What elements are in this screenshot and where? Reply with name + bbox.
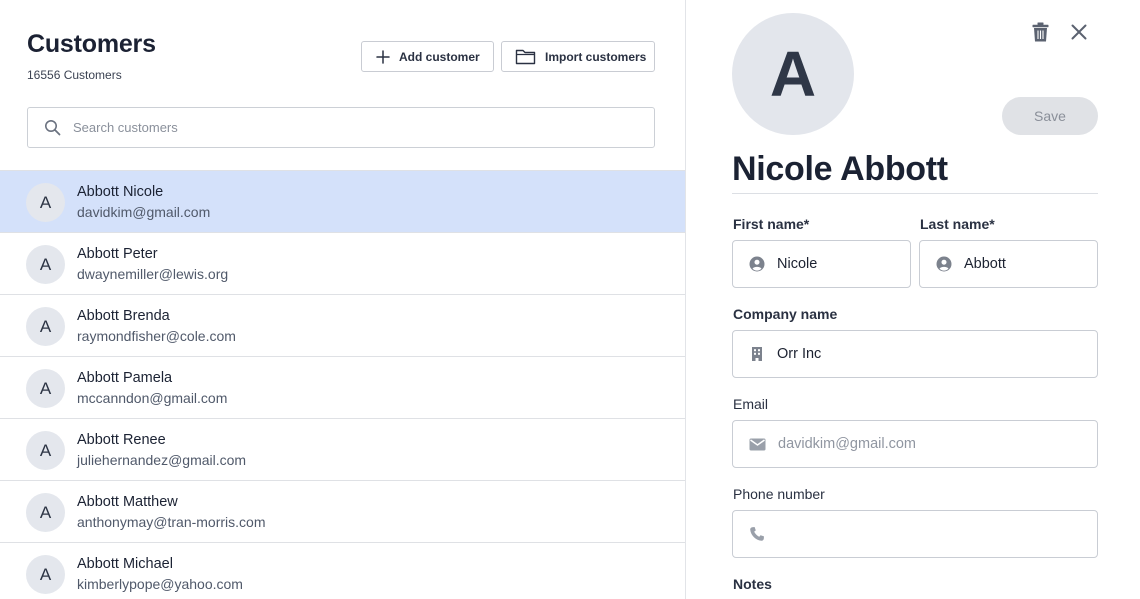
customer-name: Abbott Renee — [77, 432, 166, 448]
customer-row[interactable]: A Abbott Renee juliehernandez@gmail.com — [0, 419, 685, 481]
phone-field-box — [732, 510, 1098, 558]
customer-avatar: A — [26, 555, 65, 594]
customer-full-name: Nicole Abbott — [732, 150, 948, 188]
company-input[interactable] — [777, 346, 1097, 362]
last-name-input[interactable] — [964, 256, 1097, 272]
customer-name: Abbott Brenda — [77, 308, 170, 324]
customer-name: Abbott Michael — [77, 556, 173, 572]
customer-avatar: A — [26, 431, 65, 470]
delete-button[interactable] — [1029, 20, 1051, 44]
email-field-box — [732, 420, 1098, 468]
customer-email: raymondfisher@cole.com — [77, 328, 236, 344]
customer-avatar: A — [26, 369, 65, 408]
notes-label: Notes — [733, 576, 772, 592]
customer-count: 16556 Customers — [27, 68, 122, 82]
customer-detail-panel: A Save Nicole Abbott First name* Last na… — [686, 0, 1140, 599]
add-customer-label: Add customer — [399, 49, 480, 64]
building-icon — [752, 347, 762, 361]
customer-row[interactable]: A Abbott Brenda raymondfisher@cole.com — [0, 295, 685, 357]
customer-name: Abbott Peter — [77, 246, 158, 262]
customer-row[interactable]: A Abbott Pamela mccanndon@gmail.com — [0, 357, 685, 419]
add-customer-button[interactable]: Add customer — [361, 41, 494, 72]
customer-email: dwaynemiller@lewis.org — [77, 266, 229, 282]
plus-icon — [376, 49, 390, 64]
customer-row[interactable]: A Abbott Michael kimberlypope@yahoo.com — [0, 543, 685, 599]
customer-name: Abbott Matthew — [77, 494, 178, 510]
close-icon — [1071, 24, 1087, 40]
email-input[interactable] — [778, 436, 1097, 452]
detail-avatar: A — [732, 13, 854, 135]
customer-email: kimberlypope@yahoo.com — [77, 576, 243, 592]
customer-avatar: A — [26, 183, 65, 222]
customer-row[interactable]: A Abbott Nicole davidkim@gmail.com — [0, 171, 685, 233]
first-name-label: First name* — [733, 216, 810, 232]
customer-email: anthonymay@tran-morris.com — [77, 514, 266, 530]
phone-icon — [750, 527, 764, 541]
customer-list: A Abbott Nicole davidkim@gmail.com A Abb… — [0, 170, 685, 599]
last-name-label: Last name* — [920, 216, 995, 232]
last-name-field-box — [919, 240, 1098, 288]
customer-row[interactable]: A Abbott Peter dwaynemiller@lewis.org — [0, 233, 685, 295]
email-label: Email — [733, 396, 769, 412]
customer-email: juliehernandez@gmail.com — [77, 452, 247, 468]
import-customers-label: Import customers — [545, 49, 647, 64]
person-icon — [936, 256, 952, 272]
close-button[interactable] — [1068, 21, 1090, 43]
customer-avatar: A — [26, 307, 65, 346]
customer-email: davidkim@gmail.com — [77, 204, 211, 220]
customer-email: mccanndon@gmail.com — [77, 390, 228, 406]
folder-icon — [515, 49, 536, 65]
customer-avatar: A — [26, 493, 65, 532]
page-title: Customers — [27, 30, 156, 58]
title-divider — [732, 193, 1098, 194]
phone-input[interactable] — [777, 526, 1097, 542]
customer-name: Abbott Nicole — [77, 184, 164, 200]
customer-list-panel: Customers 16556 Customers Add customer I… — [0, 0, 685, 599]
company-label: Company name — [733, 306, 838, 322]
search-input[interactable] — [73, 120, 613, 135]
save-button[interactable]: Save — [1002, 97, 1098, 135]
import-customers-button[interactable]: Import customers — [501, 41, 655, 72]
first-name-input[interactable] — [777, 256, 910, 272]
phone-label: Phone number — [733, 486, 825, 502]
search-icon — [45, 120, 61, 136]
trash-icon — [1032, 22, 1048, 42]
first-name-field-box — [732, 240, 911, 288]
person-icon — [749, 256, 765, 272]
customer-name: Abbott Pamela — [77, 370, 173, 386]
customer-row[interactable]: A Abbott Matthew anthonymay@tran-morris.… — [0, 481, 685, 543]
search-box — [27, 107, 655, 148]
envelope-icon — [749, 438, 766, 450]
company-field-box — [732, 330, 1098, 378]
customer-avatar: A — [26, 245, 65, 284]
